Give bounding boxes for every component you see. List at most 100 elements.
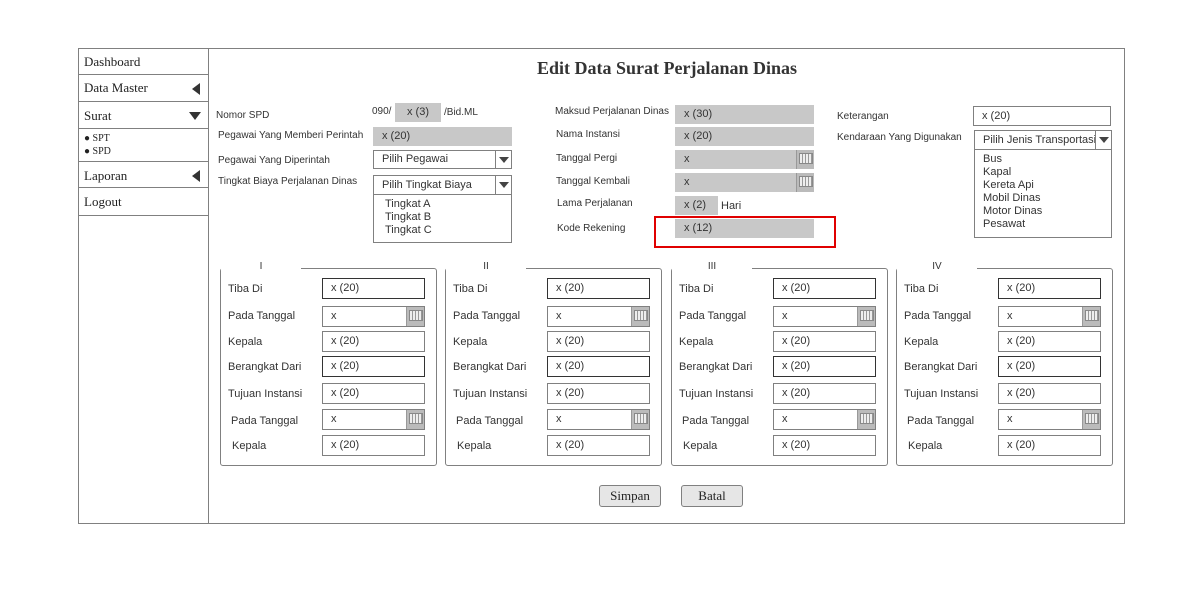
calendar-icon[interactable] [1082,307,1100,326]
calendar-icon[interactable] [796,173,814,192]
nama-instansi-input[interactable]: x (20) [675,127,814,146]
tanggal-pergi-input[interactable]: x [675,150,814,169]
tujuan-instansi-label: Tujuan Instansi [679,388,754,400]
tujuan-instansi-input[interactable]: x (20) [773,383,876,404]
tujuan-instansi-label: Tujuan Instansi [904,388,979,400]
pada-tanggal-input[interactable]: x [998,306,1101,327]
calendar-icon[interactable] [796,150,814,169]
nomor-spd-input[interactable]: x (3) [395,103,441,122]
option-item[interactable]: Tingkat A [385,198,503,211]
pada-tanggal-2-input[interactable]: x [773,409,876,430]
kepala-input[interactable]: x (20) [773,331,876,352]
calendar-icon[interactable] [406,307,424,326]
sidebar-item-label: Surat [84,108,112,123]
tanggal-kembali-input[interactable]: x [675,173,814,192]
tiba-di-input[interactable]: x (20) [773,278,876,299]
maksud-label: Maksud Perjalanan Dinas [555,106,669,117]
tingkat-biaya-select[interactable]: Pilih Tingkat Biaya [373,175,512,195]
pada-tanggal-2-input[interactable]: x [547,409,650,430]
tujuan-instansi-input[interactable]: x (20) [998,383,1101,404]
kepala-label: Kepala [228,336,263,348]
berangkat-dari-label: Berangkat Dari [904,361,978,373]
chevron-down-icon[interactable] [1095,131,1111,149]
pada-tanggal-2-label: Pada Tanggal [682,415,750,427]
pada-tanggal-input[interactable]: x [547,306,650,327]
option-item[interactable]: Mobil Dinas [983,192,1103,205]
calendar-icon[interactable] [857,410,875,429]
berangkat-dari-input[interactable]: x (20) [547,356,650,377]
calendar-icon[interactable] [857,307,875,326]
kepala-input[interactable]: x (20) [998,331,1101,352]
kepala-label: Kepala [904,336,939,348]
chevron-down-icon [189,112,201,120]
tiba-di-label: Tiba Di [228,283,263,295]
calendar-icon[interactable] [1082,410,1100,429]
pada-tanggal-input[interactable]: x [773,306,876,327]
option-item[interactable]: Motor Dinas [983,205,1103,218]
lama-perjalanan-input[interactable]: x (2) [675,196,718,215]
kepala-input[interactable]: x (20) [322,331,425,352]
sidebar-item-laporan[interactable]: Laporan [78,161,209,188]
berangkat-dari-input[interactable]: x (20) [998,356,1101,377]
route-panel: III Tiba Di x (20) Pada Tanggal x Kepala x (20… [671,261,888,466]
tiba-di-input[interactable]: x (20) [322,278,425,299]
kendaraan-label: Kendaraan Yang Digunakan [837,132,962,143]
option-item[interactable]: Tingkat C [385,224,503,237]
kepala-2-label: Kepala [457,440,492,452]
tujuan-instansi-label: Tujuan Instansi [228,388,303,400]
tingkat-biaya-label: Tingkat Biaya Perjalanan Dinas [218,176,358,187]
sidebar-item-logout[interactable]: Logout [78,189,209,216]
pada-tanggal-label: Pada Tanggal [228,310,296,322]
nama-instansi-label: Nama Instansi [556,129,620,140]
kepala-2-input[interactable]: x (20) [773,435,876,456]
panel-title: II [446,261,526,272]
sidebar-item-label: Logout [84,194,122,209]
page-title: Edit Data Surat Perjalanan Dinas [536,58,797,78]
pegawai-pemberi-input[interactable]: x (20) [373,127,512,146]
kepala-input[interactable]: x (20) [547,331,650,352]
tujuan-instansi-input[interactable]: x (20) [547,383,650,404]
berangkat-dari-label: Berangkat Dari [679,361,753,373]
pada-tanggal-input[interactable]: x [322,306,425,327]
kepala-2-label: Kepala [232,440,267,452]
pada-tanggal-2-input[interactable]: x [998,409,1101,430]
sidebar-item-label: Laporan [84,168,128,183]
berangkat-dari-input[interactable]: x (20) [773,356,876,377]
kendaraan-select[interactable]: Pilih Jenis Transportasi [974,130,1112,150]
pegawai-diperintah-select[interactable]: Pilih Pegawai [373,150,512,169]
kepala-2-label: Kepala [908,440,943,452]
option-item[interactable]: Bus [983,153,1103,166]
kepala-2-input[interactable]: x (20) [322,435,425,456]
option-item[interactable]: Tingkat B [385,211,503,224]
save-button[interactable]: Simpan [599,485,661,507]
kepala-label: Kepala [453,336,488,348]
kode-rekening-label: Kode Rekening [557,223,626,234]
sidebar-subitem-spt[interactable]: ● SPT [84,133,110,144]
keterangan-input[interactable]: x (20) [973,106,1111,126]
tujuan-instansi-input[interactable]: x (20) [322,383,425,404]
tiba-di-input[interactable]: x (20) [547,278,650,299]
pada-tanggal-2-input[interactable]: x [322,409,425,430]
route-panel: II Tiba Di x (20) Pada Tanggal x Kepala x (20)… [445,261,662,466]
berangkat-dari-label: Berangkat Dari [228,361,302,373]
maksud-input[interactable]: x (30) [675,105,814,124]
option-item[interactable]: Pesawat [983,218,1103,231]
sidebar-item-dashboard[interactable]: Dashboard [78,48,209,75]
sidebar-item-label: Dashboard [84,54,141,69]
option-item[interactable]: Kapal [983,166,1103,179]
chevron-down-icon[interactable] [495,151,511,168]
kepala-2-input[interactable]: x (20) [547,435,650,456]
sidebar-subitem-spd[interactable]: ● SPD [84,146,111,157]
option-item[interactable]: Kereta Api [983,179,1103,192]
calendar-icon[interactable] [631,307,649,326]
cancel-button[interactable]: Batal [681,485,743,507]
chevron-down-icon[interactable] [495,176,511,194]
sidebar-item-data-master[interactable]: Data Master [78,75,209,102]
calendar-icon[interactable] [631,410,649,429]
tingkat-biaya-options: Tingkat A Tingkat B Tingkat C [373,194,512,243]
sidebar-item-surat[interactable]: Surat [78,102,209,129]
calendar-icon[interactable] [406,410,424,429]
kepala-2-input[interactable]: x (20) [998,435,1101,456]
tiba-di-input[interactable]: x (20) [998,278,1101,299]
berangkat-dari-input[interactable]: x (20) [322,356,425,377]
